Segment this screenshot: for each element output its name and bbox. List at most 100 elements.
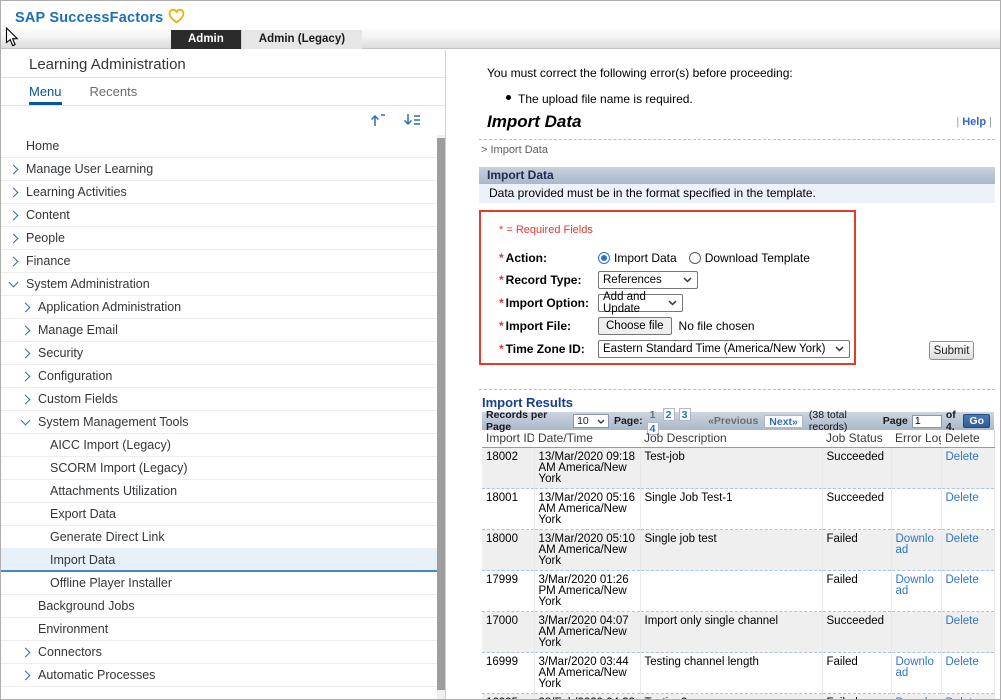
sidebar-item-configuration[interactable]: Configuration: [1, 365, 437, 388]
sidebar-item-label: Manage User Learning: [26, 162, 153, 176]
cell-date-time: 13/Mar/2020 09:18 AM America/New York: [534, 448, 640, 489]
page-input[interactable]: [912, 415, 942, 428]
sidebar-item-label: Connectors: [38, 645, 102, 659]
delete-link[interactable]: Delete: [946, 451, 979, 463]
sidebar-item-import-data[interactable]: Import Data: [1, 549, 437, 572]
cell-import-id: 18000: [482, 530, 534, 571]
cell-job-description: Testing channel length: [640, 653, 822, 694]
sidebar-item-application-administration[interactable]: Application Administration: [1, 296, 437, 319]
help-link[interactable]: Help: [962, 116, 986, 128]
sidebar-item-environment[interactable]: Environment: [1, 618, 437, 641]
sidebar-item-finance[interactable]: Finance: [1, 250, 437, 273]
tab-menu[interactable]: Menu: [29, 84, 62, 105]
radio-import-data[interactable]: [598, 252, 610, 264]
choose-file-button[interactable]: Choose file: [598, 317, 672, 335]
sidebar-item-home[interactable]: Home: [1, 135, 437, 158]
sidebar-item-label: Import Data: [50, 553, 115, 567]
tab-admin[interactable]: Admin: [171, 30, 241, 49]
sidebar-item-manage-email[interactable]: Manage Email: [1, 319, 437, 342]
record-type-row: *Record Type: References: [499, 271, 854, 289]
cell-date-time: 3/Mar/2020 01:26 PM America/New York: [534, 571, 640, 612]
required-marker: *: [499, 319, 504, 333]
sidebar-item-export-data[interactable]: Export Data: [1, 503, 437, 526]
sidebar-item-label: Application Administration: [38, 300, 181, 314]
cell-delete: Delete: [941, 530, 994, 571]
sidebar-item-custom-fields[interactable]: Custom Fields: [1, 388, 437, 411]
sidebar-item-system-management-tools[interactable]: System Management Tools: [1, 411, 437, 434]
cell-delete: Delete: [941, 448, 994, 489]
scrollbar-thumb[interactable]: [437, 138, 445, 690]
chevron-right-icon: [21, 326, 31, 336]
import-option-select[interactable]: Add and Update: [598, 294, 683, 312]
col-delete: Delete: [941, 430, 994, 448]
cell-import-id: 17000: [482, 612, 534, 653]
cell-job-status: Succeeded: [822, 489, 891, 530]
expand-list-icon[interactable]: [403, 112, 421, 133]
sidebar-item-content[interactable]: Content: [1, 204, 437, 227]
tab-recents[interactable]: Recents: [90, 84, 138, 105]
records-per-page-select[interactable]: 10: [573, 414, 609, 428]
table-row: 1800213/Mar/2020 09:18 AM America/New Yo…: [482, 448, 994, 489]
breadcrumb: > Import Data: [481, 144, 548, 156]
delete-link[interactable]: Delete: [946, 615, 979, 627]
cell-error-log: [891, 612, 941, 653]
action-label: *Action:: [499, 251, 598, 265]
table-header-row: Import ID Date/Time Job Description Job …: [482, 430, 994, 448]
sidebar-item-label: Offline Player Installer: [50, 576, 172, 590]
sidebar-item-label: Automatic Processes: [38, 668, 155, 682]
radio-download-template[interactable]: [689, 252, 701, 264]
sidebar-item-label: Manage Email: [38, 323, 118, 337]
col-date-time: Date/Time: [534, 430, 640, 448]
record-type-select[interactable]: References: [598, 271, 698, 289]
cell-job-description: Test-job: [640, 448, 822, 489]
delete-link[interactable]: Delete: [946, 697, 979, 699]
sidebar-item-label: Security: [38, 346, 83, 360]
tab-admin-legacy[interactable]: Admin (Legacy): [241, 30, 362, 49]
sidebar-scrollbar[interactable]: [437, 135, 445, 700]
download-link[interactable]: Download: [896, 656, 934, 679]
sidebar-item-label: System Administration: [26, 277, 150, 291]
divider: [479, 389, 995, 390]
sidebar-item-security[interactable]: Security: [1, 342, 437, 365]
table-row: 1800113/Mar/2020 05:16 AM America/New Yo…: [482, 489, 994, 530]
chevron-right-icon: [21, 372, 31, 382]
page-number-1: 1: [647, 409, 659, 422]
help-separator: |: [989, 116, 992, 128]
sidebar-item-people[interactable]: People: [1, 227, 437, 250]
go-button[interactable]: Go: [963, 414, 990, 428]
delete-link[interactable]: Delete: [946, 656, 979, 668]
sidebar-item-offline-player-installer[interactable]: Offline Player Installer: [1, 572, 437, 595]
sidebar-item-learning-activities[interactable]: Learning Activities: [1, 181, 437, 204]
sidebar-item-system-administration[interactable]: System Administration: [1, 273, 437, 296]
sidebar-item-generate-direct-link[interactable]: Generate Direct Link: [1, 526, 437, 549]
cell-job-description: Single job test: [640, 530, 822, 571]
sidebar-item-label: Export Data: [50, 507, 116, 521]
page-number-3[interactable]: 3: [679, 408, 691, 421]
cell-import-id: 18002: [482, 448, 534, 489]
previous-page-link: «Previous: [708, 415, 758, 427]
delete-link[interactable]: Delete: [946, 574, 979, 586]
import-results-table: Import ID Date/Time Job Description Job …: [482, 430, 995, 699]
sidebar-item-connectors[interactable]: Connectors: [1, 641, 437, 664]
next-page-link[interactable]: Next»: [764, 415, 803, 428]
error-message-item: The upload file name is required.: [518, 92, 693, 106]
download-link[interactable]: Download: [896, 533, 934, 556]
sidebar-item-label: Configuration: [38, 369, 112, 383]
page-number-2[interactable]: 2: [663, 408, 675, 421]
sidebar-item-attachments-utilization[interactable]: Attachments Utilization: [1, 480, 437, 503]
chevron-right-icon: [21, 303, 31, 313]
submit-button[interactable]: Submit: [929, 341, 974, 360]
delete-link[interactable]: Delete: [946, 492, 979, 504]
delete-link[interactable]: Delete: [946, 533, 979, 545]
download-link[interactable]: Download: [896, 574, 934, 597]
sidebar-item-aicc-import-legacy[interactable]: AICC Import (Legacy): [1, 434, 437, 457]
sidebar-item-manage-user-learning[interactable]: Manage User Learning: [1, 158, 437, 181]
cell-date-time: 3/Mar/2020 03:44 AM America/New York: [534, 653, 640, 694]
time-zone-select[interactable]: Eastern Standard Time (America/New York): [598, 340, 850, 358]
page-label: Page:: [614, 415, 643, 427]
sidebar-item-scorm-import-legacy[interactable]: SCORM Import (Legacy): [1, 457, 437, 480]
sidebar-item-background-jobs[interactable]: Background Jobs: [1, 595, 437, 618]
collapse-all-icon[interactable]: [369, 112, 387, 133]
sidebar-item-automatic-processes[interactable]: Automatic Processes: [1, 664, 437, 687]
download-link[interactable]: Download: [896, 697, 934, 699]
